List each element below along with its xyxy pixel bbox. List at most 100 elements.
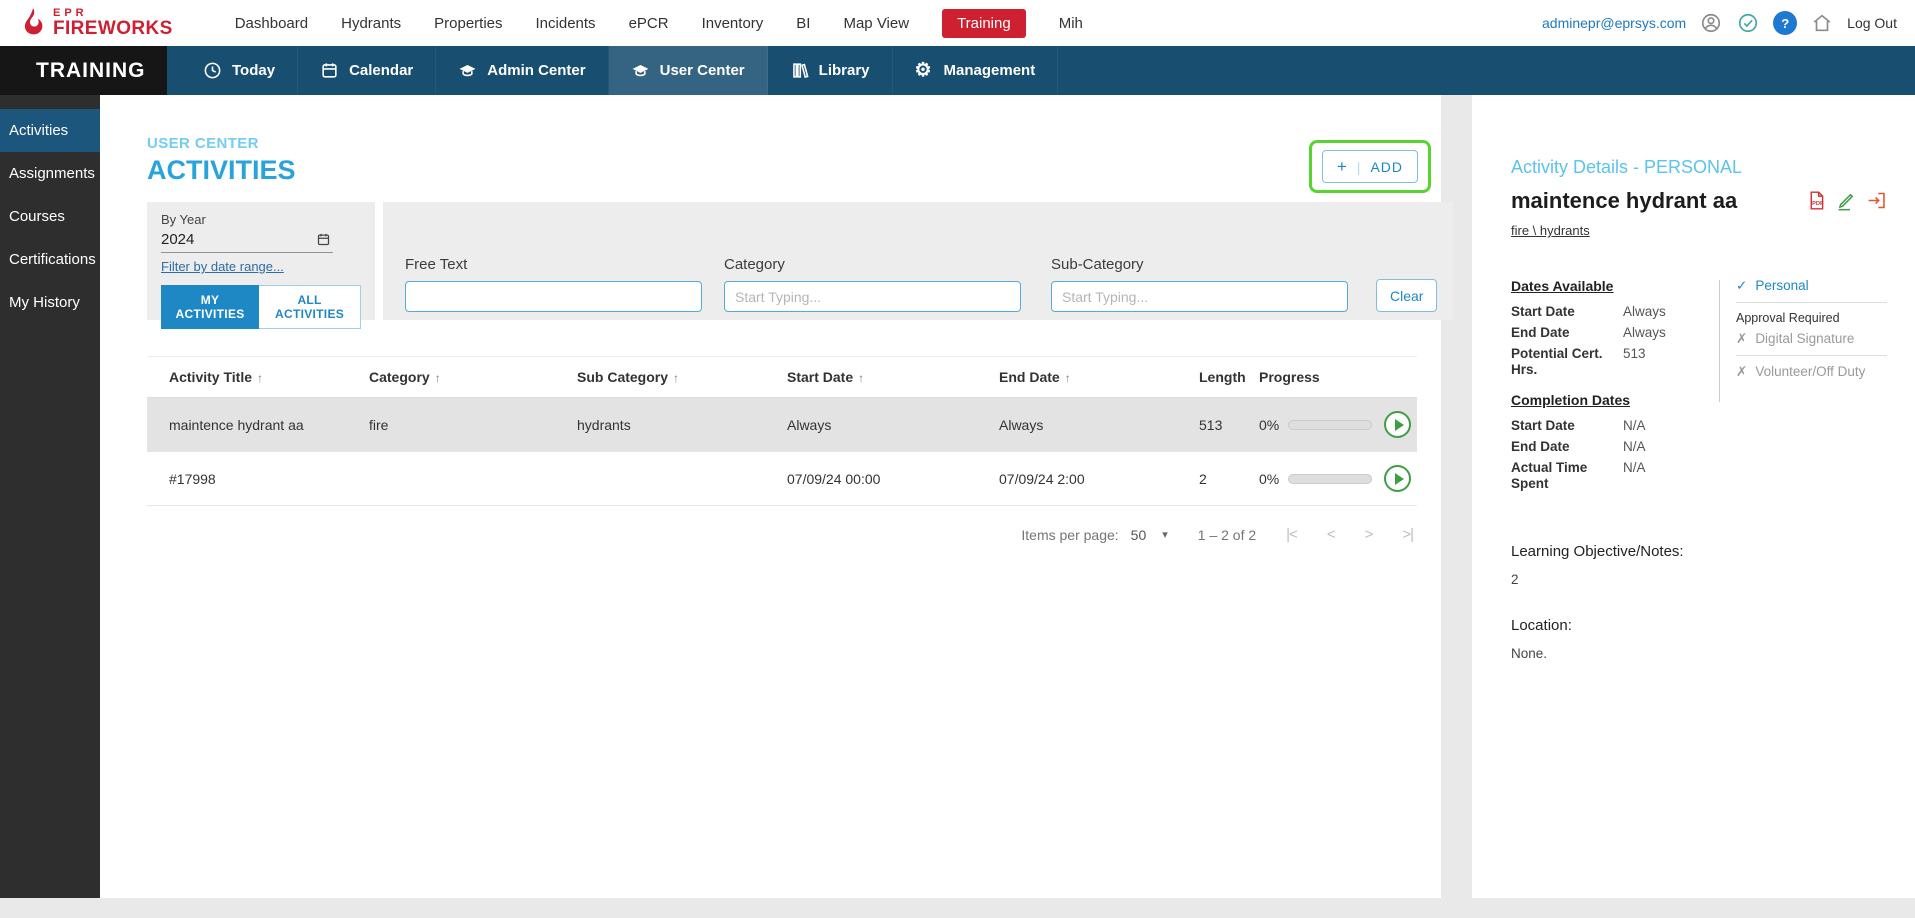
appnav-today-label: Today: [232, 62, 276, 79]
end-date-label: End Date: [1511, 325, 1570, 340]
epr-fireworks-logo: EPR FIREWORKS: [18, 7, 173, 39]
help-bubble-icon[interactable]: ?: [1773, 11, 1798, 35]
cell-actions: [1378, 397, 1417, 452]
items-per-page-select[interactable]: 50 ▾: [1131, 527, 1168, 543]
items-per-page-label: Items per page:: [1021, 526, 1119, 543]
add-activity-button[interactable]: + | ADD: [1321, 150, 1418, 183]
nav-properties[interactable]: Properties: [434, 15, 502, 32]
previous-page-button[interactable]: <: [1327, 526, 1336, 543]
appnav-today[interactable]: Today: [181, 46, 299, 95]
nav-incidents[interactable]: Incidents: [536, 15, 596, 32]
activities-toggle-group: MY ACTIVITIES ALL ACTIVITIES: [161, 285, 361, 329]
appnav-library-label: Library: [818, 62, 870, 79]
pdf-export-icon[interactable]: PDF: [1806, 190, 1827, 211]
category-path-link[interactable]: fire \ hydrants: [1511, 223, 1590, 238]
column-actions: [1378, 356, 1417, 398]
appnav-library[interactable]: Library: [768, 46, 893, 95]
section-label: USER CENTER: [147, 135, 259, 152]
appnav-user-center[interactable]: User Center: [608, 46, 768, 95]
table-row-maintence-hydrant[interactable]: maintence hydrant aa fire hydrants Alway…: [147, 397, 1417, 452]
pagination-bar: Items per page: 50 ▾ 1 – 2 of 2 |< < > >…: [147, 526, 1417, 543]
table-row-17998[interactable]: #17998 07/09/24 00:00 07/09/24 2:00 2 0%: [147, 451, 1417, 506]
cell-end-date-overdue: 07/09/24 2:00: [993, 451, 1193, 506]
location-label: Location:: [1511, 617, 1572, 634]
user-avatar-icon[interactable]: [1699, 11, 1723, 35]
details-header: Activity Details - PERSONAL: [1511, 157, 1743, 177]
column-start-date[interactable]: Start Date ↑: [781, 356, 993, 398]
start-date-label: Start Date: [1511, 304, 1575, 319]
subcategory-input[interactable]: [1051, 281, 1348, 312]
app-navigation: Today Calendar Admin Center User Center …: [181, 46, 1059, 95]
start-activity-button[interactable]: [1384, 411, 1411, 438]
completion-start-value: N/A: [1623, 418, 1646, 433]
start-activity-button[interactable]: [1384, 465, 1411, 492]
sort-asc-icon: ↑: [673, 371, 680, 385]
column-end-date[interactable]: End Date ↑: [993, 356, 1193, 398]
column-sub-category[interactable]: Sub Category ↑: [571, 356, 781, 398]
all-activities-toggle[interactable]: ALL ACTIVITIES: [259, 285, 361, 329]
cell-progress: 0%: [1253, 397, 1378, 452]
nav-inventory[interactable]: Inventory: [702, 15, 764, 32]
nav-epcr[interactable]: ePCR: [629, 15, 669, 32]
appnav-admin-center-label: Admin Center: [487, 62, 586, 79]
sidebar-item-certifications[interactable]: Certifications: [0, 238, 100, 281]
cell-start-date: 07/09/24 00:00: [781, 451, 993, 506]
free-text-input[interactable]: [405, 281, 702, 312]
calendar-picker-icon[interactable]: [316, 232, 331, 247]
column-length: Length: [1193, 356, 1253, 398]
page-title: ACTIVITIES: [147, 155, 296, 185]
nav-dashboard[interactable]: Dashboard: [235, 15, 308, 32]
x-icon: ✗: [1736, 364, 1748, 379]
sort-asc-icon: ↑: [434, 371, 441, 385]
free-text-label: Free Text: [405, 256, 468, 273]
graduation-cap-icon: [458, 61, 477, 80]
progress-bar: [1288, 419, 1372, 430]
nav-hydrants[interactable]: Hydrants: [341, 15, 401, 32]
activity-details-panel: Activity Details - PERSONAL maintence hy…: [1472, 95, 1915, 898]
items-per-page-value: 50: [1130, 526, 1147, 543]
cell-activity-title[interactable]: #17998: [147, 451, 363, 506]
exit-activity-icon[interactable]: [1866, 190, 1887, 211]
next-page-button[interactable]: >: [1365, 526, 1374, 543]
appnav-admin-center[interactable]: Admin Center: [436, 46, 609, 95]
column-category[interactable]: Category ↑: [363, 356, 571, 398]
play-icon: [1394, 418, 1404, 431]
last-page-button[interactable]: >|: [1402, 526, 1414, 543]
subcategory-field-group: Sub-Category: [1051, 256, 1348, 312]
nav-mih[interactable]: Mih: [1059, 15, 1083, 32]
completion-start-label: Start Date: [1511, 418, 1575, 433]
clear-filters-button[interactable]: Clear: [1376, 279, 1438, 312]
sidebar-item-my-history[interactable]: My History: [0, 281, 100, 324]
signature-icon[interactable]: [1836, 190, 1857, 211]
log-out-button[interactable]: Log Out: [1847, 15, 1897, 31]
sort-asc-icon: ↑: [257, 371, 263, 385]
flags-column: ✓ Personal Approval Required ✗ Digital S…: [1736, 278, 1887, 497]
by-year-label: By Year: [161, 212, 206, 227]
nav-map-view[interactable]: Map View: [843, 15, 909, 32]
sidebar-item-assignments[interactable]: Assignments: [0, 152, 100, 195]
account-email-link[interactable]: adminepr@eprsys.com: [1542, 15, 1686, 31]
svg-text:PDF: PDF: [1812, 201, 1824, 207]
nav-training[interactable]: Training: [942, 8, 1026, 38]
year-input[interactable]: 2024: [161, 228, 333, 253]
appnav-management[interactable]: ⚙ Management: [893, 46, 1059, 95]
nav-bi[interactable]: BI: [796, 15, 810, 32]
sidebar-item-activities[interactable]: Activities: [0, 109, 100, 152]
sidebar-item-courses[interactable]: Courses: [0, 195, 100, 238]
activities-table: Activity Title ↑ Category ↑ Sub Category ↑ …: [147, 356, 1417, 506]
dates-column: Dates Available Start Date Always End Dat…: [1511, 278, 1719, 497]
my-activities-toggle[interactable]: MY ACTIVITIES: [161, 285, 260, 329]
epr-logo-icon: [18, 7, 46, 39]
cell-activity-title[interactable]: maintence hydrant aa: [147, 397, 363, 452]
check-circle-icon[interactable]: [1736, 11, 1760, 35]
filter-date-range-link[interactable]: Filter by date range...: [161, 259, 284, 274]
appnav-calendar[interactable]: Calendar: [298, 46, 437, 95]
category-input[interactable]: [724, 281, 1021, 312]
first-page-button[interactable]: |<: [1286, 526, 1298, 543]
cell-category: fire: [363, 397, 571, 452]
column-progress: Progress: [1253, 356, 1378, 398]
home-icon[interactable]: [1810, 11, 1834, 35]
column-activity-title[interactable]: Activity Title ↑: [147, 356, 363, 398]
actual-time-value: N/A: [1623, 460, 1646, 475]
cell-end-date: Always: [993, 397, 1193, 452]
